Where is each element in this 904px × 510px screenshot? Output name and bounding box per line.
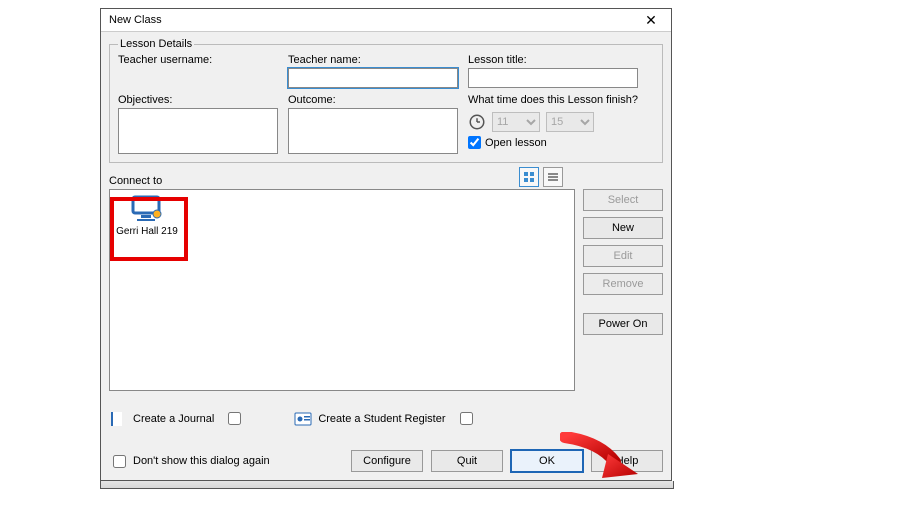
ok-button[interactable]: OK [511, 450, 583, 472]
lesson-details-legend: Lesson Details [118, 38, 194, 50]
finish-hour-select[interactable]: 11 [492, 112, 540, 132]
connect-to-label: Connect to [109, 175, 162, 187]
finish-minute-select[interactable]: 15 [546, 112, 594, 132]
teacher-name-input[interactable] [288, 68, 458, 88]
help-button[interactable]: Help [591, 450, 663, 472]
outcome-input[interactable] [288, 108, 458, 154]
client-list[interactable]: Gerri Hall 219 [109, 189, 575, 391]
open-lesson-label: Open lesson [485, 137, 547, 149]
monitor-icon [127, 194, 167, 224]
create-register-label: Create a Student Register [318, 413, 445, 425]
client-item-label: Gerri Hall 219 [114, 226, 180, 237]
select-button[interactable]: Select [583, 189, 663, 211]
teacher-name-label: Teacher name: [288, 54, 458, 66]
create-journal-checkbox[interactable] [228, 412, 241, 425]
remove-button[interactable]: Remove [583, 273, 663, 295]
objectives-input[interactable] [118, 108, 278, 154]
power-on-button[interactable]: Power On [583, 313, 663, 335]
list-icon [547, 171, 559, 183]
view-icons-button[interactable] [519, 167, 539, 187]
dont-show-checkbox[interactable] [113, 455, 126, 468]
create-register-checkbox[interactable] [460, 412, 473, 425]
finish-time-label: What time does this Lesson finish? [468, 94, 638, 106]
statusbar [100, 481, 674, 489]
client-item[interactable]: Gerri Hall 219 [114, 194, 180, 237]
configure-button[interactable]: Configure [351, 450, 423, 472]
close-icon: ✕ [645, 13, 657, 27]
lesson-title-label: Lesson title: [468, 54, 638, 66]
grid-icon [523, 171, 535, 183]
teacher-username-label: Teacher username: [118, 54, 278, 66]
quit-button[interactable]: Quit [431, 450, 503, 472]
window-title: New Class [109, 14, 162, 26]
new-button[interactable]: New [583, 217, 663, 239]
objectives-label: Objectives: [118, 94, 278, 106]
edit-button[interactable]: Edit [583, 245, 663, 267]
lesson-details-group: Lesson Details Teacher username: Teacher… [109, 38, 663, 163]
view-list-button[interactable] [543, 167, 563, 187]
create-journal-label: Create a Journal [133, 413, 214, 425]
titlebar: New Class ✕ [101, 9, 671, 32]
lesson-title-input[interactable] [468, 68, 638, 88]
open-lesson-checkbox[interactable] [468, 136, 481, 149]
new-class-dialog: New Class ✕ Lesson Details Teacher usern… [100, 8, 672, 481]
journal-icon [109, 410, 127, 428]
close-button[interactable]: ✕ [635, 10, 667, 30]
dont-show-label: Don't show this dialog again [133, 455, 270, 467]
register-icon [294, 410, 312, 428]
outcome-label: Outcome: [288, 94, 458, 106]
clock-icon [468, 113, 486, 131]
